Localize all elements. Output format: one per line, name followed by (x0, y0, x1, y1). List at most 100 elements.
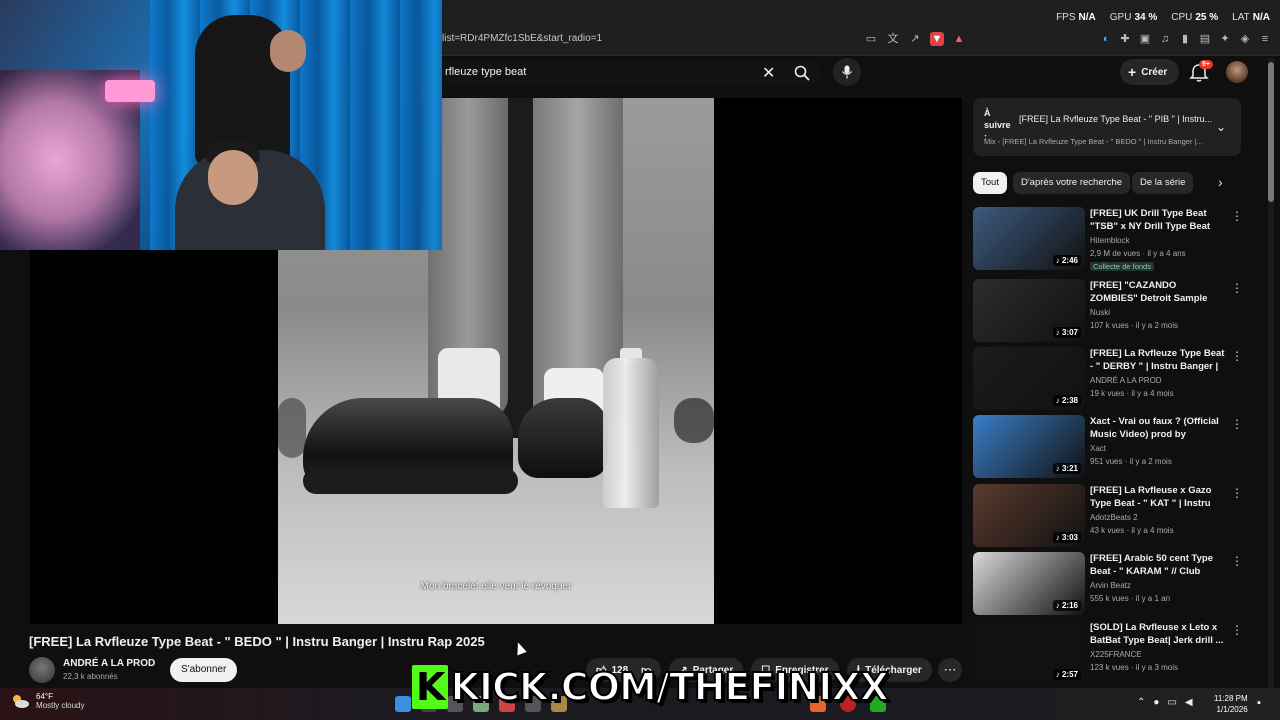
video-duration: ♪ 3:21 (1052, 463, 1081, 474)
more-vert-icon[interactable]: ⋮ (1231, 623, 1243, 637)
extensions-icon[interactable]: ✚ (1118, 32, 1132, 46)
scroll-thumb[interactable] (1268, 62, 1274, 202)
recommendation-item[interactable]: ♪ 3:03 [FREE] La Rvfleuse x Gazo Type Bea… (973, 484, 1243, 548)
search-query[interactable]: rfleuze type beat (445, 66, 526, 78)
voice-search-button[interactable] (833, 58, 861, 86)
ai-icon[interactable]: ✦ (1218, 32, 1232, 46)
recommendation-item[interactable]: ♪ 2:46 [FREE] UK Drill Type Beat "TSB" x … (973, 207, 1243, 271)
search-input[interactable]: rfleuze type beat ✕ (442, 60, 822, 86)
screen: FPS N/A GPU 34 % CPU 25 % LAT N/A list=RDr4P… (0, 0, 1280, 720)
video-thumbnail[interactable]: ♪ 2:38 (973, 347, 1085, 410)
notification-center-icon[interactable]: ▪ (1257, 697, 1261, 709)
kick-stream-overlay: K KICK.COM/THEFINIXX (412, 664, 890, 710)
fps-label: FPS (1056, 12, 1076, 23)
more-vert-icon[interactable]: ⋮ (1231, 417, 1243, 431)
page-scrollbar[interactable] (1268, 58, 1274, 688)
share-icon[interactable]: ↗ (908, 32, 922, 46)
account-avatar[interactable] (1226, 61, 1248, 83)
more-vert-icon[interactable]: ⋮ (1231, 486, 1243, 500)
video-thumbnail[interactable]: ♪ 3:03 (973, 484, 1085, 547)
audio-icon[interactable]: ◖ (1098, 32, 1112, 46)
channel-name[interactable]: ANDRÉ A LA PROD (63, 658, 155, 669)
music-icon[interactable]: ♫ (1158, 32, 1172, 46)
chevron-down-icon[interactable]: ⌄ (1216, 120, 1226, 134)
address-bar-icons: ▭ 文 ↗ ▼ ▲ (864, 32, 966, 46)
more-vert-icon[interactable]: ⋮ (1231, 281, 1243, 295)
video-meta: 123 k vues · il y a 3 mois (1090, 663, 1179, 672)
menu-icon[interactable]: ≡ (1258, 32, 1272, 46)
wallet-icon[interactable]: ▤ (1198, 32, 1212, 46)
video-title[interactable]: [FREE] UK Drill Type Beat "TSB" x NY Dri… (1090, 208, 1225, 233)
video-title[interactable]: [FREE] La Rvfleuze Type Beat - " DERBY "… (1090, 348, 1225, 373)
more-actions-button[interactable]: ⋯ (938, 658, 962, 682)
create-button[interactable]: + Créer (1120, 59, 1180, 85)
chevron-right-icon[interactable]: › (1218, 174, 1223, 190)
recommendation-item[interactable]: ♪ 3:07 [FREE] "CAZANDO ZOMBIES" Detroit S… (973, 279, 1243, 343)
video-sneaker-right (518, 398, 608, 478)
channel-name[interactable]: Arvin Beatz (1090, 581, 1131, 590)
channel-name[interactable]: ANDRÉ A LA PROD (1090, 376, 1162, 385)
brave-rewards-icon[interactable]: ▲ (952, 32, 966, 46)
recommendation-item[interactable]: ♪ 3:21 Xact - Vrai ou faux ? (Official Mu… (973, 415, 1243, 479)
video-duration: ♪ 3:03 (1052, 532, 1081, 543)
channel-name[interactable]: X225FRANCE (1090, 650, 1142, 659)
video-title[interactable]: Xact - Vrai ou faux ? (Official Music Vi… (1090, 416, 1225, 441)
network-icon[interactable]: ▭ (1167, 697, 1176, 708)
up-next-title[interactable]: [FREE] La Rvfleuze Type Beat - " PIB " |… (1019, 114, 1212, 124)
screenshot-icon[interactable]: ▣ (1138, 32, 1152, 46)
channel-name[interactable]: Nuski (1090, 308, 1110, 317)
url-text[interactable]: list=RDr4PMZfc1SbE&start_radio=1 (442, 33, 602, 44)
recommendation-item[interactable]: ♪ 2:16 [FREE] Arabic 50 cent Type Beat - … (973, 552, 1243, 616)
search-button[interactable] (785, 60, 819, 86)
video-title[interactable]: [FREE] La Rvfleuse x Gazo Type Beat - " … (1090, 485, 1225, 510)
mouse-cursor (513, 640, 527, 656)
more-vert-icon[interactable]: ⋮ (1231, 209, 1243, 223)
weather-condition: Mostly cloudy (36, 701, 85, 710)
cpu-value: 25 % (1195, 12, 1219, 23)
volume-icon[interactable]: ◀ (1185, 697, 1193, 708)
recommendation-item[interactable]: ♪ 2:38 [FREE] La Rvfleuze Type Beat - " D… (973, 347, 1243, 411)
chip-all[interactable]: Tout (973, 172, 1007, 194)
video-title[interactable]: [FREE] Arabic 50 cent Type Beat - " KARA… (1090, 553, 1225, 578)
clock-date: 1/1/2026 (1216, 705, 1248, 714)
chip-related-search[interactable]: D'après votre recherche (1013, 172, 1131, 194)
video-thumbnail[interactable]: ♪ 3:21 (973, 415, 1085, 478)
tray-overflow-icon[interactable]: ⌃ (1137, 697, 1145, 708)
webcam-face-standing (270, 30, 306, 72)
video-title[interactable]: [SOLD] La Rvfleuse x Leto x BatBat Type … (1090, 622, 1225, 647)
notification-count: 9+ (1199, 60, 1213, 69)
video-thumbnail[interactable]: ♪ 2:16 (973, 552, 1085, 615)
channel-name[interactable]: AdotzBeats 2 (1090, 513, 1138, 522)
weather-widget[interactable]: 64°F Mostly cloudy (10, 692, 84, 710)
taskbar-clock[interactable]: 11:28 PM 1/1/2026 (1214, 693, 1248, 715)
plus-icon: + (1128, 64, 1137, 80)
video-thumbnail[interactable]: ♪ 2:46 (973, 207, 1085, 270)
subscribe-button[interactable]: S'abonner (170, 658, 238, 682)
recommendation-item[interactable]: ♪ 2:57 [SOLD] La Rvfleuse x Leto x BatBat… (973, 621, 1243, 685)
cast-icon[interactable]: ▭ (864, 32, 878, 46)
search-icon (794, 65, 810, 81)
sidebar-icon[interactable]: ▮ (1178, 32, 1192, 46)
video-thumbnail[interactable]: ♪ 3:07 (973, 279, 1085, 342)
channel-name[interactable]: Hitemblock (1090, 236, 1130, 245)
windows-start-icon[interactable] (395, 696, 411, 712)
clear-search-icon[interactable]: ✕ (762, 63, 775, 83)
microphone-tray-icon[interactable]: ● (1153, 697, 1159, 708)
more-vert-icon[interactable]: ⋮ (1231, 554, 1243, 568)
webcam-face-seated (208, 150, 258, 205)
channel-avatar[interactable] (29, 657, 55, 683)
translate-icon[interactable]: 文 (886, 32, 900, 46)
kick-url: KICK.COM/THEFINIXX (449, 664, 890, 710)
up-next-panel[interactable]: À suivre : [FREE] La Rvfleuze Type Beat … (973, 98, 1241, 156)
more-vert-icon[interactable]: ⋮ (1231, 349, 1243, 363)
video-meta: 555 k vues · il y a 1 an (1090, 594, 1171, 603)
brave-shield-icon[interactable]: ▼ (930, 32, 944, 46)
chip-from-series[interactable]: De la série (1132, 172, 1194, 194)
kick-logo: K (412, 665, 449, 709)
video-thumbnail[interactable]: ♪ 2:57 (973, 621, 1085, 684)
video-duration: ♪ 2:46 (1052, 255, 1081, 266)
channel-name[interactable]: Xact (1090, 444, 1106, 453)
video-title[interactable]: [FREE] "CAZANDO ZOMBIES" Detroit Sample … (1090, 280, 1225, 305)
vpn-icon[interactable]: ◈ (1238, 32, 1252, 46)
video-title: [FREE] La Rvfleuze Type Beat - " BEDO " … (29, 634, 485, 649)
